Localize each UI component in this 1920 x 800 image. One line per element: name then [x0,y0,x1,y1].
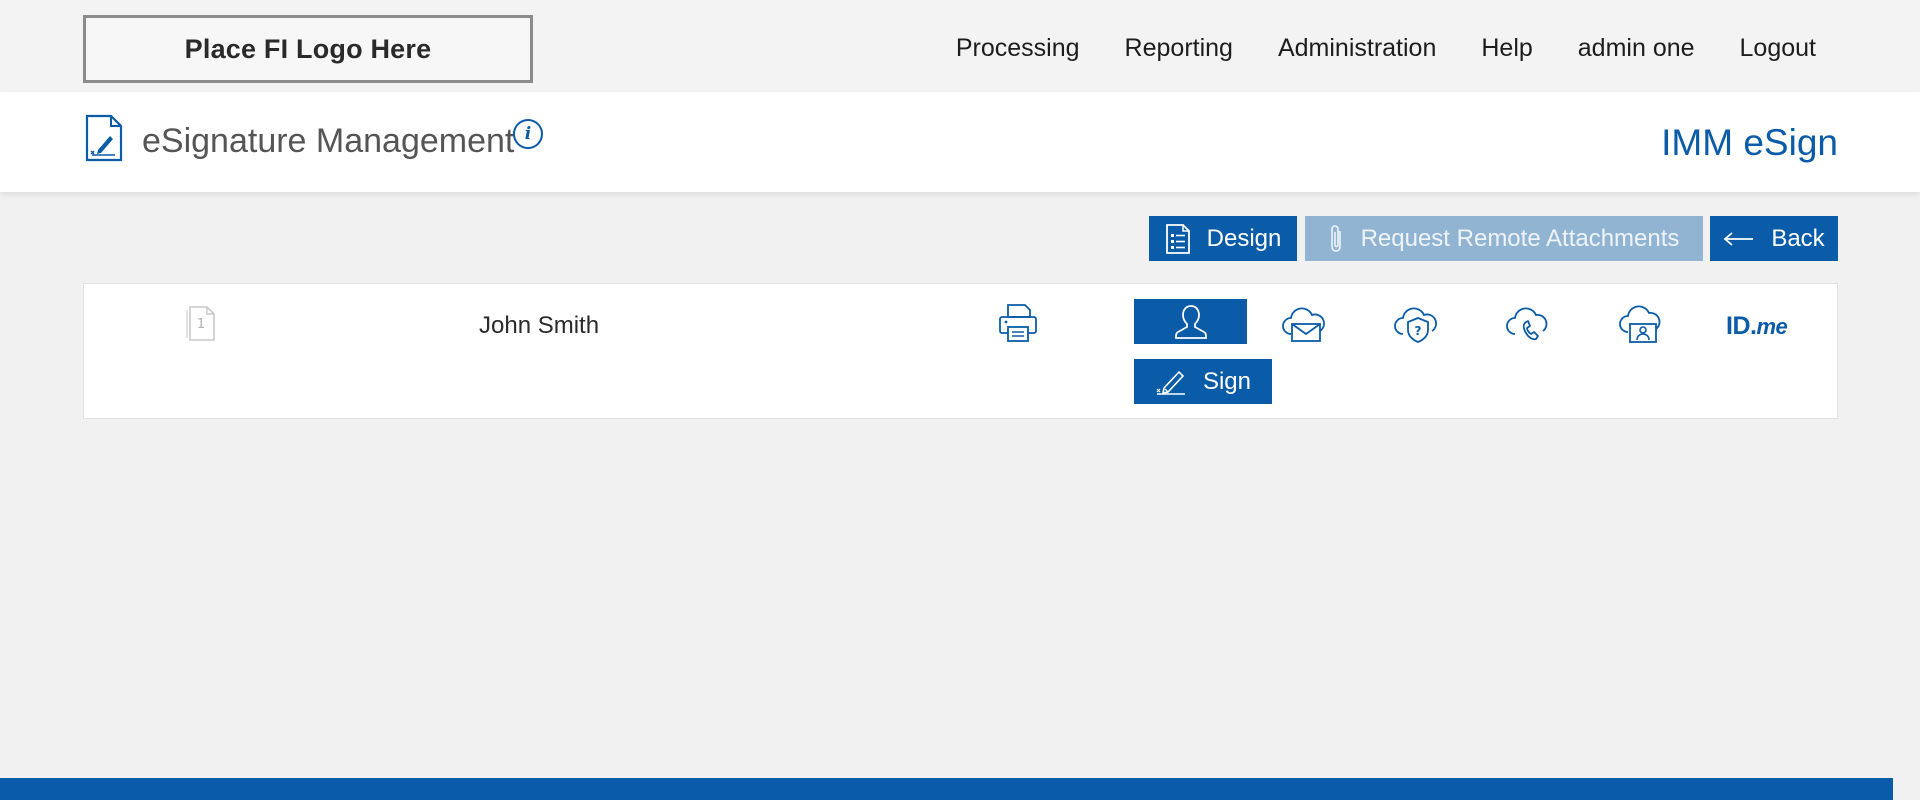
arrow-left-icon [1723,231,1754,246]
request-remote-attachments-label: Request Remote Attachments [1360,224,1680,252]
nav-processing[interactable]: Processing [956,34,1080,63]
design-button[interactable]: Design [1149,216,1297,261]
checklist-icon [1165,223,1190,254]
back-button-label: Back [1771,224,1825,252]
page-number: 1 [197,317,205,332]
page-header: eSignature Management i IMM eSign [0,92,1920,192]
cloud-mail-icon[interactable] [1281,304,1327,344]
svg-text:?: ? [1415,324,1422,338]
idme-logo-me: me [1756,314,1788,339]
printer-icon[interactable] [997,302,1039,344]
sign-button-label: Sign [1202,367,1252,395]
request-remote-attachments-button[interactable]: Request Remote Attachments [1305,216,1703,261]
pen-signature-icon [1156,370,1185,395]
cloud-id-card-icon[interactable] [1619,304,1665,344]
person-icon [1174,304,1207,339]
nav-user-account[interactable]: admin one [1578,34,1695,63]
nav-help[interactable]: Help [1481,34,1532,63]
auth-in-person-button[interactable] [1134,299,1247,344]
main-nav: Processing Reporting Administration Help… [911,34,1816,63]
paperclip-icon [1330,224,1341,252]
cloud-shield-question-icon[interactable]: ? [1394,304,1440,344]
page-number-icon: 1 [186,306,215,341]
nav-reporting[interactable]: Reporting [1125,34,1233,63]
sign-button[interactable]: Sign [1134,359,1272,404]
idme-auth-button[interactable]: ID.me [1726,312,1788,341]
design-button-label: Design [1206,224,1282,252]
nav-administration[interactable]: Administration [1278,34,1436,63]
signer-row: 1 John Smith ? ID.me Sign [83,283,1838,419]
info-icon[interactable]: i [513,119,543,149]
cloud-phone-icon[interactable] [1506,304,1552,344]
back-button[interactable]: Back [1710,216,1838,261]
nav-logout[interactable]: Logout [1740,34,1816,63]
idme-logo-id: ID [1726,312,1751,340]
signer-name: John Smith [479,312,600,339]
page-title: eSignature Management [142,122,515,160]
top-navigation-bar: Place FI Logo Here Processing Reporting … [0,0,1920,92]
footer-bar [0,778,1893,800]
product-brand: IMM eSign [1661,122,1838,163]
document-sign-icon [85,114,123,162]
fi-logo-placeholder: Place FI Logo Here [83,15,533,83]
